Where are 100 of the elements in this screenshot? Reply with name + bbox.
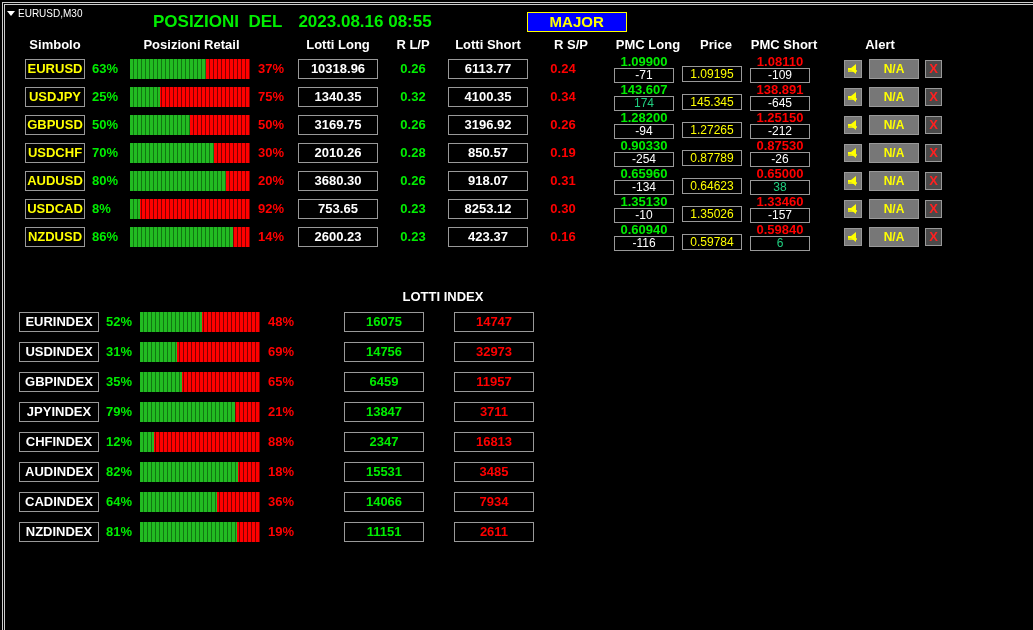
lotti-long-value: 10318.96 (298, 59, 378, 79)
index-label: NZDINDEX (19, 522, 99, 542)
ratio-long-value: 0.26 (399, 60, 427, 79)
long-percent: 86% (91, 228, 119, 247)
short-percent: 21% (267, 403, 295, 422)
price-difference-value: -109 (750, 68, 810, 83)
lotti-long-value: 14066 (344, 492, 424, 512)
pmc-long-value: 1.28200 (620, 111, 668, 124)
long-percent: 35% (105, 373, 133, 392)
lotti-short-value: 423.37 (448, 227, 528, 247)
ratio-long-value: 0.23 (399, 200, 427, 219)
remove-alert-button[interactable]: X (925, 88, 942, 106)
alert-sound-button[interactable] (844, 144, 862, 162)
long-percent: 79% (105, 403, 133, 422)
remove-alert-button[interactable]: X (925, 116, 942, 134)
short-percent: 88% (267, 433, 295, 452)
index-label: CADINDEX (19, 492, 99, 512)
alert-level-button[interactable]: N/A (869, 87, 919, 107)
column-header: Price (700, 36, 732, 54)
remove-alert-button[interactable]: X (925, 60, 942, 78)
lotti-short-value: 8253.12 (448, 199, 528, 219)
price-difference-value: -212 (750, 124, 810, 139)
price-difference-value: -94 (614, 124, 674, 139)
symbol-label: USDJPY (25, 87, 85, 107)
speaker-icon (847, 63, 859, 75)
index-label: JPYINDEX (19, 402, 99, 422)
long-percent: 81% (105, 523, 133, 542)
symbol-label: NZDUSD (25, 227, 85, 247)
lotti-short-value: 3711 (454, 402, 534, 422)
index-label: EURINDEX (19, 312, 99, 332)
alert-sound-button[interactable] (844, 88, 862, 106)
lotti-short-value: 7934 (454, 492, 534, 512)
price-difference-value: 38 (750, 180, 810, 195)
group-button[interactable]: MAJOR (526, 12, 627, 32)
ratio-long-value: 0.32 (399, 88, 427, 107)
speaker-icon (847, 203, 859, 215)
price-value: 1.35026 (682, 205, 742, 222)
short-percent: 48% (267, 313, 295, 332)
price-difference-value: -645 (750, 96, 810, 111)
remove-alert-button[interactable]: X (925, 144, 942, 162)
symbol-label: USDCAD (25, 199, 85, 219)
speaker-icon (847, 119, 859, 131)
long-percent: 52% (105, 313, 133, 332)
long-percent: 25% (91, 88, 119, 107)
long-percent: 12% (105, 433, 133, 452)
alert-level-button[interactable]: N/A (869, 115, 919, 135)
lotti-short-value: 14747 (454, 312, 534, 332)
pmc-short-value: 138.891 (756, 83, 804, 96)
price-value: 0.59784 (682, 233, 742, 250)
lotti-short-value: 3485 (454, 462, 534, 482)
lotti-short-value: 16813 (454, 432, 534, 452)
alert-sound-button[interactable] (844, 116, 862, 134)
short-percent: 19% (267, 523, 295, 542)
lotti-short-value: 4100.35 (448, 87, 528, 107)
ratio-long-value: 0.23 (399, 228, 427, 247)
lotti-short-value: 3196.92 (448, 115, 528, 135)
price-value: 0.87789 (682, 149, 742, 166)
dropdown-arrow-icon[interactable] (7, 11, 15, 16)
alert-sound-button[interactable] (844, 172, 862, 190)
lotti-long-value: 2600.23 (298, 227, 378, 247)
index-label: GBPINDEX (19, 372, 99, 392)
section-title: LOTTI INDEX (401, 288, 485, 306)
pmc-long-value: 0.90330 (620, 139, 668, 152)
pmc-long-value: 1.35130 (620, 195, 668, 208)
long-percent: 70% (91, 144, 119, 163)
column-header: R L/P (396, 36, 430, 54)
lotti-long-value: 15531 (344, 462, 424, 482)
alert-sound-button[interactable] (844, 60, 862, 78)
alert-level-button[interactable]: N/A (869, 199, 919, 219)
alert-level-button[interactable]: N/A (869, 59, 919, 79)
timestamp: 2023.08.16 08:55 (298, 11, 432, 34)
index-label: AUDINDEX (19, 462, 99, 482)
speaker-icon (847, 91, 859, 103)
pmc-short-value: 1.25150 (756, 111, 804, 124)
alert-sound-button[interactable] (844, 228, 862, 246)
page-title: POSIZIONI DEL (153, 11, 283, 34)
lotti-short-value: 918.07 (448, 171, 528, 191)
short-percent: 30% (257, 144, 285, 163)
remove-alert-button[interactable]: X (925, 228, 942, 246)
column-header: Lotti Short (455, 36, 521, 54)
pmc-short-value: 0.87530 (756, 139, 804, 152)
remove-alert-button[interactable]: X (925, 172, 942, 190)
alert-level-button[interactable]: N/A (869, 143, 919, 163)
price-difference-value: -116 (614, 236, 674, 251)
ratio-short-value: 0.26 (549, 116, 577, 135)
lotti-long-value: 16075 (344, 312, 424, 332)
ratio-short-value: 0.31 (549, 172, 577, 191)
ratio-short-value: 0.16 (549, 228, 577, 247)
lotti-long-value: 2347 (344, 432, 424, 452)
long-percent: 82% (105, 463, 133, 482)
alert-sound-button[interactable] (844, 200, 862, 218)
symbol-label: USDCHF (25, 143, 85, 163)
alert-level-button[interactable]: N/A (869, 171, 919, 191)
chart-label: EURUSD,M30 (18, 7, 83, 21)
price-value: 1.27265 (682, 121, 742, 138)
long-percent: 8% (91, 200, 111, 219)
long-percent: 63% (91, 60, 119, 79)
lotti-short-value: 6113.77 (448, 59, 528, 79)
alert-level-button[interactable]: N/A (869, 227, 919, 247)
remove-alert-button[interactable]: X (925, 200, 942, 218)
